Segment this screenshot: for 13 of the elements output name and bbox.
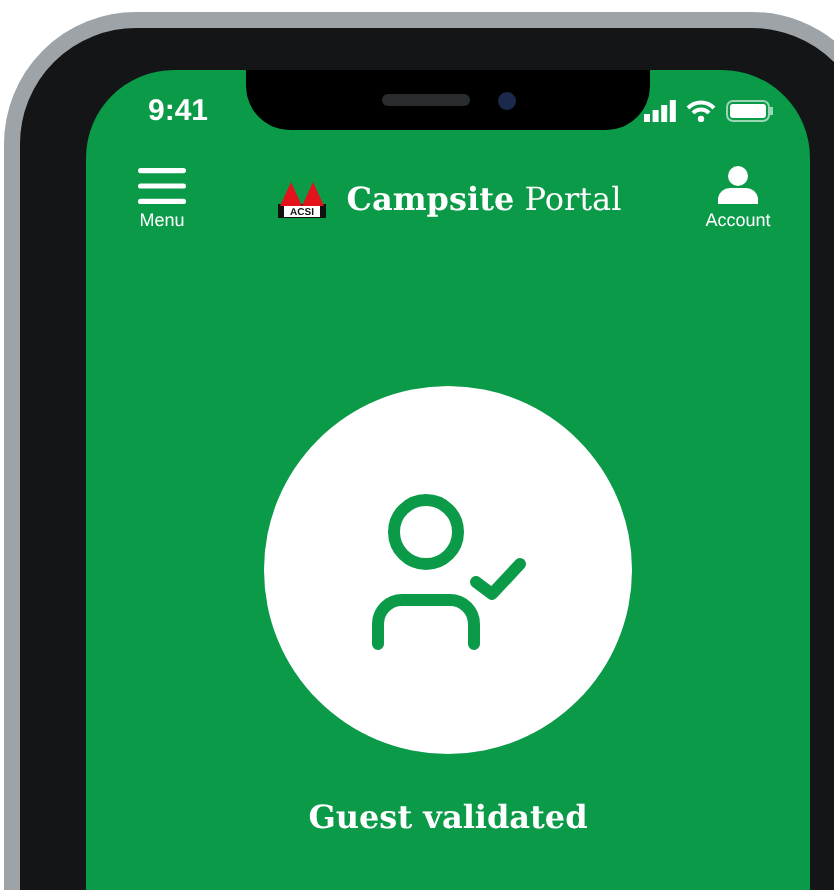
account-button[interactable]: Account [689, 166, 786, 230]
menu-icon [138, 167, 186, 203]
camera-dot [497, 91, 515, 109]
user-check-icon [366, 488, 530, 652]
app-title: Campsite Portal [346, 179, 622, 217]
signal-icon [644, 99, 676, 121]
status-message: Guest validated [308, 798, 588, 836]
account-icon [717, 166, 758, 204]
speaker-grille [381, 94, 469, 106]
wifi-icon [686, 99, 716, 121]
menu-button[interactable]: Menu [114, 167, 210, 229]
status-time: 9:41 [148, 93, 209, 127]
battery-icon [726, 99, 774, 121]
